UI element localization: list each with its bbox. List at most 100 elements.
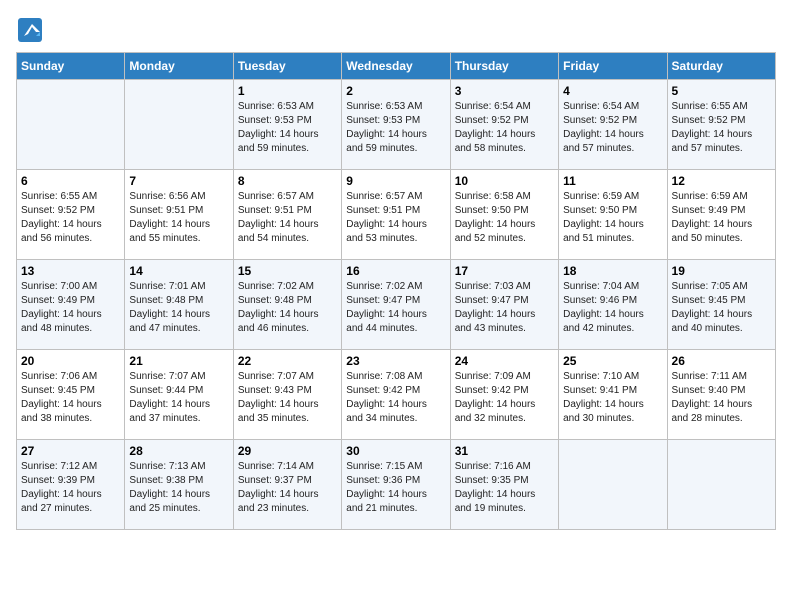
- weekday-header-tuesday: Tuesday: [233, 53, 341, 80]
- calendar-table: SundayMondayTuesdayWednesdayThursdayFrid…: [16, 52, 776, 530]
- weekday-header-sunday: Sunday: [17, 53, 125, 80]
- day-info: Sunrise: 6:53 AMSunset: 9:53 PMDaylight:…: [346, 100, 445, 156]
- logo-icon: [16, 16, 44, 44]
- day-info: Sunrise: 7:02 AMSunset: 9:48 PMDaylight:…: [238, 280, 337, 336]
- day-info: Sunrise: 6:55 AMSunset: 9:52 PMDaylight:…: [672, 100, 771, 156]
- day-number: 25: [563, 354, 662, 368]
- calendar-cell: [667, 440, 775, 530]
- calendar-week-2: 6 Sunrise: 6:55 AMSunset: 9:52 PMDaylight…: [17, 170, 776, 260]
- calendar-cell: 17 Sunrise: 7:03 AMSunset: 9:47 PMDayligh…: [450, 260, 558, 350]
- day-info: Sunrise: 7:15 AMSunset: 9:36 PMDaylight:…: [346, 460, 445, 516]
- day-info: Sunrise: 6:57 AMSunset: 9:51 PMDaylight:…: [238, 190, 337, 246]
- calendar-cell: 13 Sunrise: 7:00 AMSunset: 9:49 PMDayligh…: [17, 260, 125, 350]
- day-info: Sunrise: 6:54 AMSunset: 9:52 PMDaylight:…: [563, 100, 662, 156]
- day-number: 2: [346, 84, 445, 98]
- calendar-cell: 2 Sunrise: 6:53 AMSunset: 9:53 PMDaylight…: [342, 80, 450, 170]
- calendar-cell: 23 Sunrise: 7:08 AMSunset: 9:42 PMDayligh…: [342, 350, 450, 440]
- calendar-cell: 3 Sunrise: 6:54 AMSunset: 9:52 PMDaylight…: [450, 80, 558, 170]
- day-info: Sunrise: 6:59 AMSunset: 9:49 PMDaylight:…: [672, 190, 771, 246]
- day-info: Sunrise: 7:07 AMSunset: 9:44 PMDaylight:…: [129, 370, 228, 426]
- day-number: 17: [455, 264, 554, 278]
- day-number: 10: [455, 174, 554, 188]
- calendar-cell: 27 Sunrise: 7:12 AMSunset: 9:39 PMDayligh…: [17, 440, 125, 530]
- day-info: Sunrise: 7:12 AMSunset: 9:39 PMDaylight:…: [21, 460, 120, 516]
- day-info: Sunrise: 7:08 AMSunset: 9:42 PMDaylight:…: [346, 370, 445, 426]
- calendar-cell: 19 Sunrise: 7:05 AMSunset: 9:45 PMDayligh…: [667, 260, 775, 350]
- logo: [16, 16, 46, 44]
- day-number: 31: [455, 444, 554, 458]
- day-number: 30: [346, 444, 445, 458]
- day-number: 13: [21, 264, 120, 278]
- day-number: 20: [21, 354, 120, 368]
- day-number: 6: [21, 174, 120, 188]
- day-number: 19: [672, 264, 771, 278]
- weekday-header-wednesday: Wednesday: [342, 53, 450, 80]
- day-info: Sunrise: 7:11 AMSunset: 9:40 PMDaylight:…: [672, 370, 771, 426]
- day-number: 11: [563, 174, 662, 188]
- calendar-cell: 21Sunrise: 7:07 AMSunset: 9:44 PMDayligh…: [125, 350, 233, 440]
- calendar-cell: 28Sunrise: 7:13 AMSunset: 9:38 PMDayligh…: [125, 440, 233, 530]
- day-info: Sunrise: 7:16 AMSunset: 9:35 PMDaylight:…: [455, 460, 554, 516]
- calendar-cell: 25 Sunrise: 7:10 AMSunset: 9:41 PMDayligh…: [559, 350, 667, 440]
- calendar-cell: 22Sunrise: 7:07 AMSunset: 9:43 PMDayligh…: [233, 350, 341, 440]
- day-number: 15: [238, 264, 337, 278]
- day-info: Sunrise: 6:53 AMSunset: 9:53 PMDaylight:…: [238, 100, 337, 156]
- day-number: 4: [563, 84, 662, 98]
- day-number: 14: [129, 264, 228, 278]
- calendar-cell: 20 Sunrise: 7:06 AMSunset: 9:45 PMDayligh…: [17, 350, 125, 440]
- weekday-header-saturday: Saturday: [667, 53, 775, 80]
- day-info: Sunrise: 6:55 AMSunset: 9:52 PMDaylight:…: [21, 190, 120, 246]
- day-info: Sunrise: 7:01 AMSunset: 9:48 PMDaylight:…: [129, 280, 228, 336]
- calendar-cell: 30 Sunrise: 7:15 AMSunset: 9:36 PMDayligh…: [342, 440, 450, 530]
- weekday-header-thursday: Thursday: [450, 53, 558, 80]
- day-number: 26: [672, 354, 771, 368]
- calendar-week-1: 1 Sunrise: 6:53 AMSunset: 9:53 PMDaylight…: [17, 80, 776, 170]
- calendar-week-3: 13 Sunrise: 7:00 AMSunset: 9:49 PMDayligh…: [17, 260, 776, 350]
- weekday-header-row: SundayMondayTuesdayWednesdayThursdayFrid…: [17, 53, 776, 80]
- calendar-cell: 31 Sunrise: 7:16 AMSunset: 9:35 PMDayligh…: [450, 440, 558, 530]
- calendar-week-5: 27 Sunrise: 7:12 AMSunset: 9:39 PMDayligh…: [17, 440, 776, 530]
- calendar-cell: 7Sunrise: 6:56 AMSunset: 9:51 PMDaylight…: [125, 170, 233, 260]
- day-info: Sunrise: 7:09 AMSunset: 9:42 PMDaylight:…: [455, 370, 554, 426]
- day-number: 8: [238, 174, 337, 188]
- day-info: Sunrise: 6:58 AMSunset: 9:50 PMDaylight:…: [455, 190, 554, 246]
- day-info: Sunrise: 7:03 AMSunset: 9:47 PMDaylight:…: [455, 280, 554, 336]
- day-info: Sunrise: 7:14 AMSunset: 9:37 PMDaylight:…: [238, 460, 337, 516]
- weekday-header-monday: Monday: [125, 53, 233, 80]
- calendar-cell: 4 Sunrise: 6:54 AMSunset: 9:52 PMDaylight…: [559, 80, 667, 170]
- calendar-cell: 16 Sunrise: 7:02 AMSunset: 9:47 PMDayligh…: [342, 260, 450, 350]
- day-number: 16: [346, 264, 445, 278]
- day-number: 27: [21, 444, 120, 458]
- calendar-cell: 12Sunrise: 6:59 AMSunset: 9:49 PMDayligh…: [667, 170, 775, 260]
- day-info: Sunrise: 7:10 AMSunset: 9:41 PMDaylight:…: [563, 370, 662, 426]
- calendar-week-4: 20 Sunrise: 7:06 AMSunset: 9:45 PMDayligh…: [17, 350, 776, 440]
- calendar-header: SundayMondayTuesdayWednesdayThursdayFrid…: [17, 53, 776, 80]
- calendar-cell: 15 Sunrise: 7:02 AMSunset: 9:48 PMDayligh…: [233, 260, 341, 350]
- day-info: Sunrise: 6:56 AMSunset: 9:51 PMDaylight:…: [129, 190, 228, 246]
- day-info: Sunrise: 6:57 AMSunset: 9:51 PMDaylight:…: [346, 190, 445, 246]
- day-info: Sunrise: 7:00 AMSunset: 9:49 PMDaylight:…: [21, 280, 120, 336]
- day-info: Sunrise: 7:02 AMSunset: 9:47 PMDaylight:…: [346, 280, 445, 336]
- calendar-cell: 8 Sunrise: 6:57 AMSunset: 9:51 PMDaylight…: [233, 170, 341, 260]
- calendar-cell: 6 Sunrise: 6:55 AMSunset: 9:52 PMDaylight…: [17, 170, 125, 260]
- day-info: Sunrise: 7:13 AMSunset: 9:38 PMDaylight:…: [129, 460, 228, 516]
- calendar-cell: [17, 80, 125, 170]
- day-info: Sunrise: 6:54 AMSunset: 9:52 PMDaylight:…: [455, 100, 554, 156]
- calendar-cell: 24Sunrise: 7:09 AMSunset: 9:42 PMDayligh…: [450, 350, 558, 440]
- calendar-cell: 26 Sunrise: 7:11 AMSunset: 9:40 PMDayligh…: [667, 350, 775, 440]
- day-info: Sunrise: 7:05 AMSunset: 9:45 PMDaylight:…: [672, 280, 771, 336]
- day-number: 5: [672, 84, 771, 98]
- calendar-cell: 29Sunrise: 7:14 AMSunset: 9:37 PMDayligh…: [233, 440, 341, 530]
- calendar-cell: 1 Sunrise: 6:53 AMSunset: 9:53 PMDaylight…: [233, 80, 341, 170]
- calendar-cell: 9Sunrise: 6:57 AMSunset: 9:51 PMDaylight…: [342, 170, 450, 260]
- calendar-cell: 10 Sunrise: 6:58 AMSunset: 9:50 PMDayligh…: [450, 170, 558, 260]
- day-info: Sunrise: 7:06 AMSunset: 9:45 PMDaylight:…: [21, 370, 120, 426]
- calendar-cell: 11 Sunrise: 6:59 AMSunset: 9:50 PMDayligh…: [559, 170, 667, 260]
- calendar-body: 1 Sunrise: 6:53 AMSunset: 9:53 PMDaylight…: [17, 80, 776, 530]
- calendar-cell: 14 Sunrise: 7:01 AMSunset: 9:48 PMDayligh…: [125, 260, 233, 350]
- weekday-header-friday: Friday: [559, 53, 667, 80]
- day-number: 3: [455, 84, 554, 98]
- day-number: 23: [346, 354, 445, 368]
- day-info: Sunrise: 6:59 AMSunset: 9:50 PMDaylight:…: [563, 190, 662, 246]
- day-number: 1: [238, 84, 337, 98]
